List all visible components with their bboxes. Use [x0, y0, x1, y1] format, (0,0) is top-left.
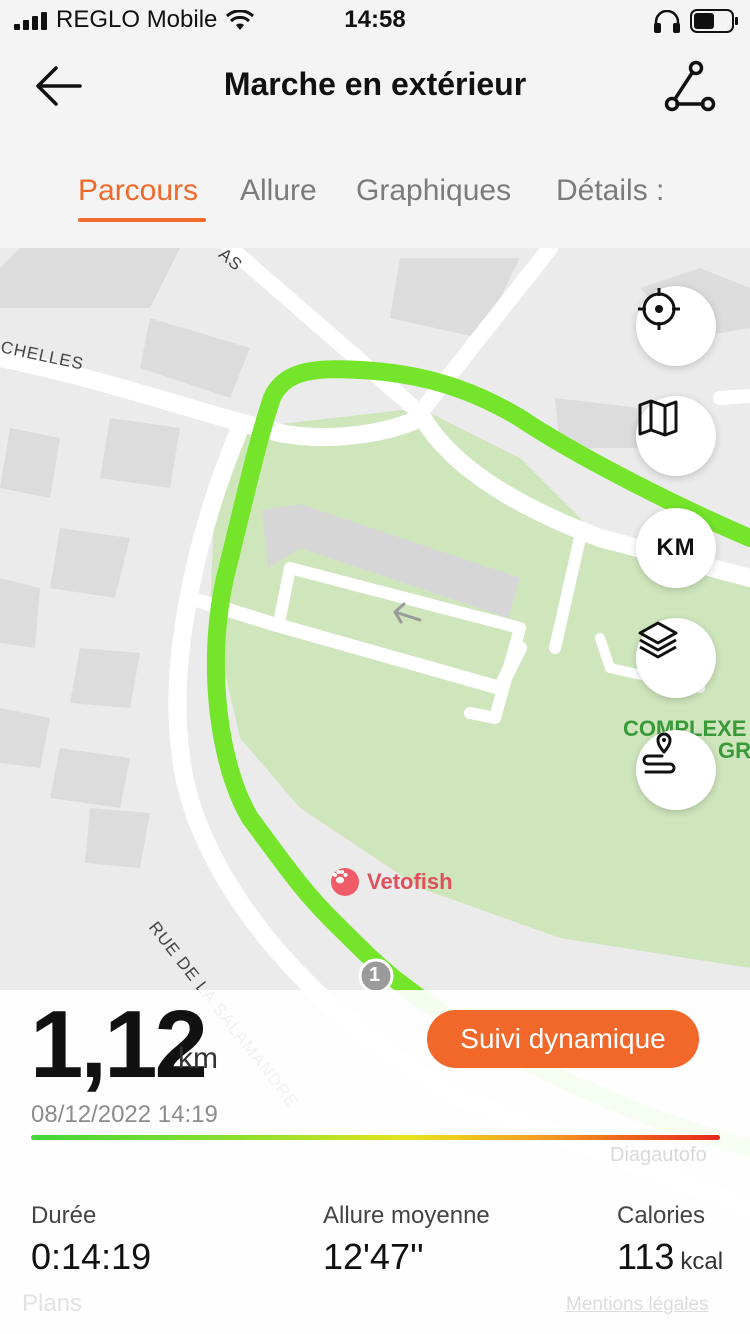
- poi-vetofish-label: Vetofish: [367, 869, 453, 894]
- distance-unit: km: [178, 1042, 218, 1075]
- route-share-icon[interactable]: [656, 58, 722, 114]
- pace-gradient-bar: [31, 1135, 720, 1140]
- tab-allure[interactable]: Allure: [240, 174, 317, 208]
- tab-parcours[interactable]: Parcours: [78, 174, 198, 208]
- clock: 14:58: [344, 6, 406, 33]
- poi-label-complexe-2: GR: [718, 738, 750, 763]
- km-toggle-button[interactable]: KM: [636, 508, 716, 588]
- poi-vetofish[interactable]: Vetofish: [331, 868, 453, 896]
- tab-details[interactable]: Détails :: [556, 174, 664, 208]
- battery-icon: [690, 9, 738, 33]
- summary-panel: 1,12 km Suivi dynamique 08/12/2022 14:19…: [0, 990, 750, 1334]
- locate-icon: [638, 288, 680, 330]
- maps-attribution: Plans: [22, 1290, 83, 1317]
- km-toggle-label: KM: [656, 534, 696, 561]
- active-tab-indicator: [78, 218, 206, 222]
- tab-bar: Parcours Allure Graphiques Détails :: [0, 128, 750, 248]
- map-icon: [638, 399, 678, 437]
- activity-datetime: 08/12/2022 14:19: [31, 1101, 218, 1128]
- status-bar: REGLO Mobile 14:58: [0, 0, 750, 44]
- layers-icon: [638, 621, 678, 659]
- watermark: Diagautofo: [610, 1144, 707, 1166]
- legal-link[interactable]: Mentions légales: [566, 1294, 709, 1316]
- calories-unit: kcal: [680, 1248, 724, 1275]
- paw-icon: [331, 868, 359, 896]
- tab-graphiques[interactable]: Graphiques: [356, 174, 511, 208]
- stat-value-calories: 113 kcal: [617, 1236, 723, 1278]
- locate-button[interactable]: [636, 286, 716, 366]
- stat-value-duration: 0:14:19: [31, 1236, 152, 1277]
- dynamic-tracking-button[interactable]: Suivi dynamique: [427, 1010, 699, 1068]
- map-type-button[interactable]: [636, 396, 716, 476]
- stat-label-duration: Durée: [31, 1202, 97, 1229]
- stat-label-calories: Calories: [617, 1202, 706, 1229]
- stat-label-pace: Allure moyenne: [323, 1202, 490, 1229]
- headphones-icon: [654, 10, 680, 33]
- stat-value-pace: 12'47'': [323, 1236, 424, 1277]
- calories-number: 113: [617, 1236, 675, 1277]
- navigation-bar: Marche en extérieur: [0, 44, 750, 128]
- layers-button[interactable]: [636, 618, 716, 698]
- route-pin-button[interactable]: [636, 730, 716, 810]
- page-title: Marche en extérieur: [223, 66, 527, 102]
- km-marker-label: 1: [369, 964, 381, 986]
- route-pin-icon: [642, 732, 676, 774]
